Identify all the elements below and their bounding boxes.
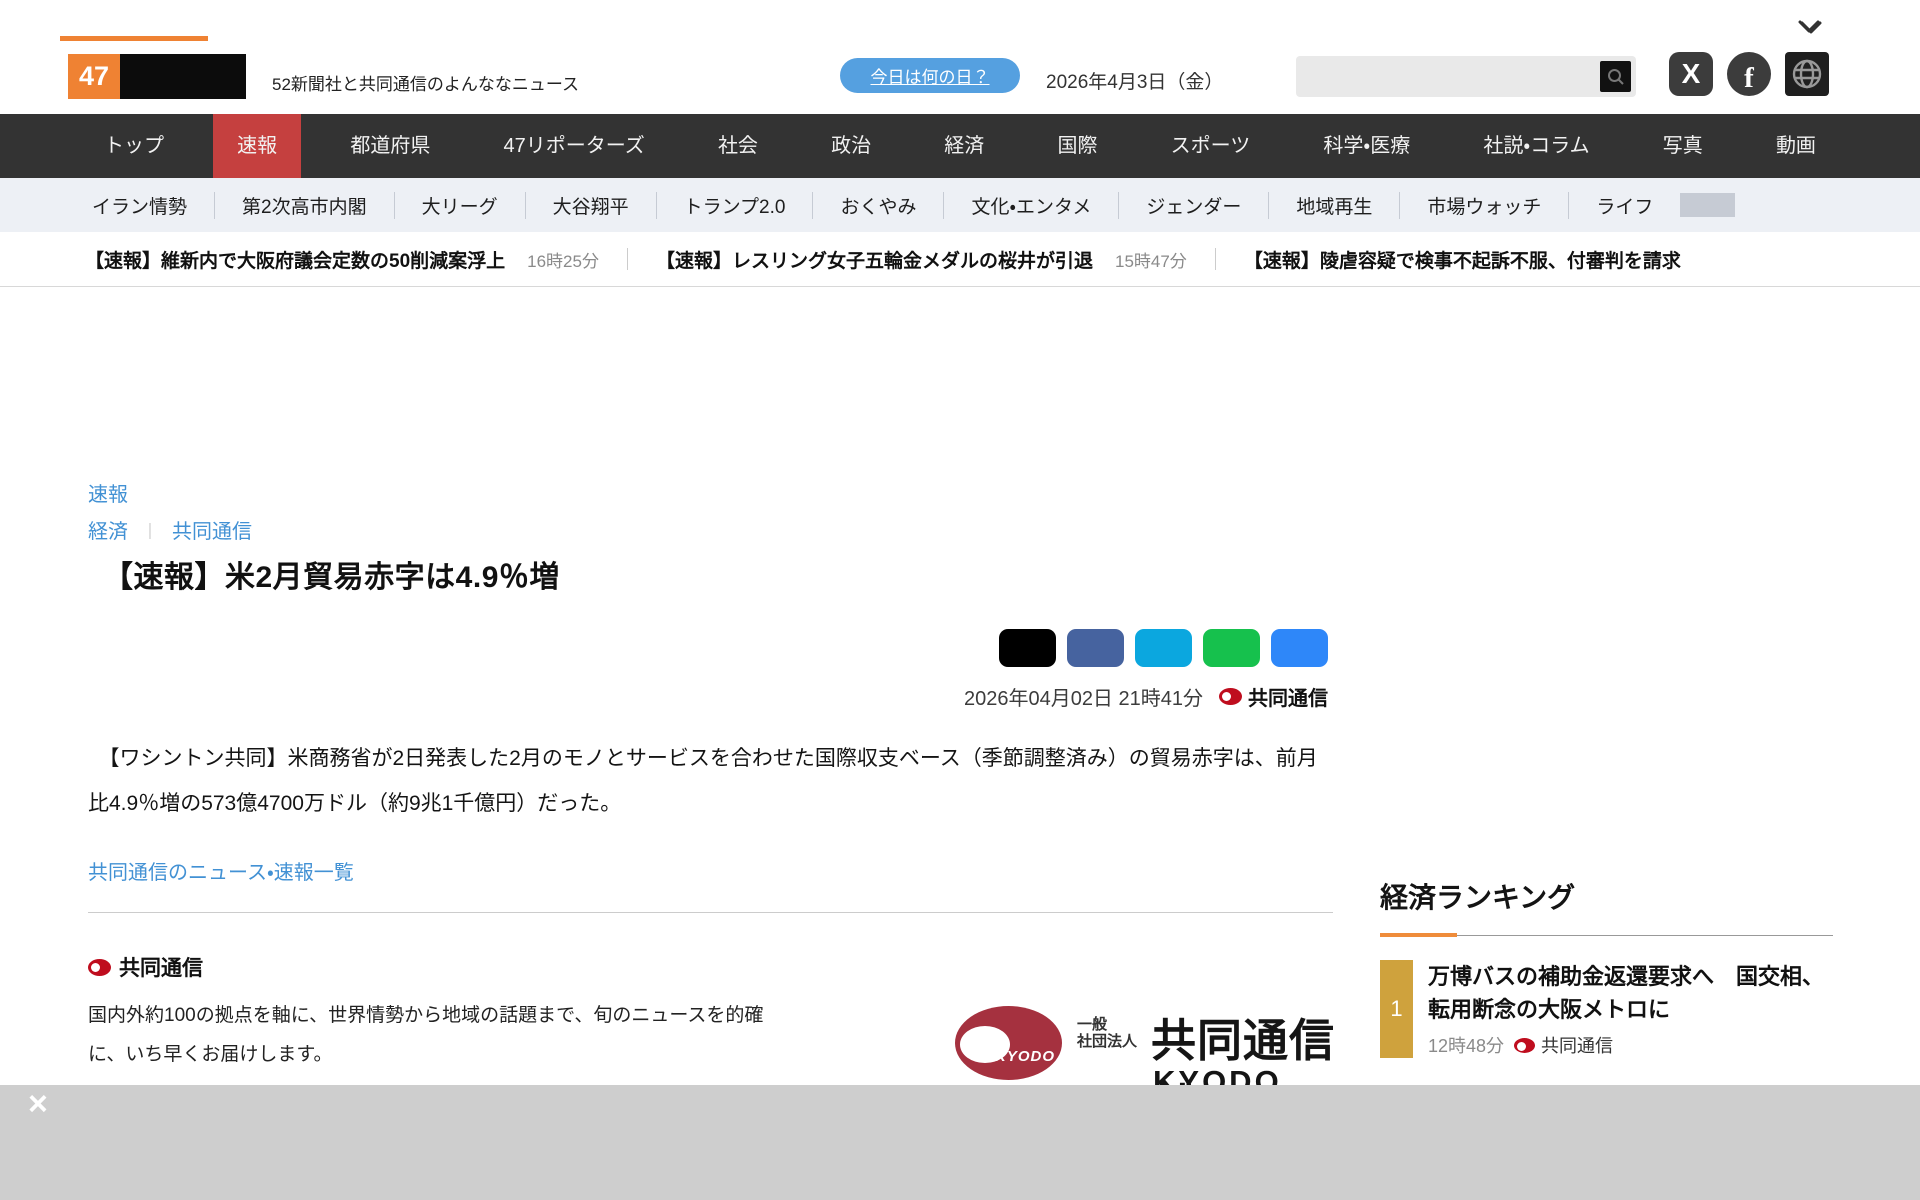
search-button[interactable] xyxy=(1600,61,1631,92)
rank-item-time: 12時48分 xyxy=(1428,1036,1505,1056)
ticker-time: 15時47分 xyxy=(1114,251,1187,271)
publish-datetime: 2026年04月02日 21時41分 xyxy=(963,688,1203,710)
article-body: 【ワシントン共同】米商務省が2日発表した2月のモノとサービスを合わせた国際収支ベ… xyxy=(88,747,1318,815)
page: 47 52新聞社と共同通信のよんななニュース 今日は何の日？ 2026年4月3日… xyxy=(0,0,1920,1200)
close-icon[interactable]: × xyxy=(28,1085,48,1124)
breadcrumb-separator: ｜ xyxy=(142,523,159,541)
nav-item-science-medical[interactable]: 科学・医療 xyxy=(1299,114,1434,178)
rank-item-source: 共同通信 xyxy=(1541,1036,1614,1056)
nav-item-society[interactable]: 社会 xyxy=(694,114,782,178)
ticker-item[interactable]: 【速報】維新内で大阪府議会定数の50削減案浮上 16時25分 xyxy=(85,246,599,273)
ticker-title: 【速報】維新内で大阪府議会定数の50削減案浮上 xyxy=(85,250,506,272)
chevron-down-icon[interactable] xyxy=(1800,21,1822,35)
site-tagline: 52新聞社と共同通信のよんななニュース xyxy=(272,75,580,94)
search-icon xyxy=(1607,68,1624,85)
rank-item-body: 万博バスの補助金返還要求へ 国交相、転用断念の大阪メトロに 12時48分 共同通… xyxy=(1428,960,1833,1058)
share-button-row xyxy=(88,629,1328,667)
topic-iran[interactable]: イラン情勢 xyxy=(92,192,214,219)
publisher-description: 国内外約100の拠点を軸に、世界情勢から地域の話題まで、旬のニュースを的確に、い… xyxy=(88,1005,764,1065)
article-divider xyxy=(88,912,1333,913)
nav-item-sokuho[interactable]: 速報 xyxy=(213,114,302,178)
nav-item-editorial-column[interactable]: 社説・コラム xyxy=(1459,114,1613,178)
topic-life[interactable]: ライフ xyxy=(1568,191,1680,219)
publisher-name: 共同通信 xyxy=(119,957,203,980)
nav-item-video[interactable]: 動画 xyxy=(1752,114,1840,178)
ticker-divider xyxy=(626,248,628,270)
logo-47-badge: 47 xyxy=(68,54,120,99)
topic-regional[interactable]: 地域再生 xyxy=(1268,191,1399,219)
breadcrumb-category-link[interactable]: 経済 xyxy=(88,515,128,544)
breaking-news-ticker: 【速報】維新内で大阪府議会定数の50削減案浮上 16時25分 【速報】レスリング… xyxy=(0,232,1920,287)
topic-market-watch[interactable]: 市場ウォッチ xyxy=(1399,191,1568,219)
globe-icon[interactable] xyxy=(1785,52,1829,96)
corp-type-line2: 社団法人 xyxy=(1077,1033,1138,1050)
rank-item-meta: 12時48分 共同通信 xyxy=(1428,1032,1833,1058)
ticker-divider xyxy=(1214,248,1216,270)
share-button-5[interactable] xyxy=(1271,629,1328,667)
topics-end-divider xyxy=(1680,193,1736,217)
main-nav: トップ 速報 都道府県 47リポーターズ 社会 政治 経済 国際 スポーツ 科学… xyxy=(0,114,1920,178)
topic-ohtani[interactable]: 大谷翔平 xyxy=(524,191,656,219)
share-button-1[interactable] xyxy=(999,629,1056,667)
article-meta: 2026年04月02日 21時41分 共同通信 xyxy=(88,682,1328,711)
search-box xyxy=(1296,56,1636,97)
search-input[interactable] xyxy=(1304,56,1594,97)
ticker-title: 【速報】陵虐容疑で検事不起訴不服、付審判を請求 xyxy=(1243,250,1681,272)
nav-item-prefectures[interactable]: 都道府県 xyxy=(326,114,454,178)
ranking-divider-line xyxy=(1457,935,1833,936)
bottom-ad-overlay: × xyxy=(0,1085,1920,1200)
nav-item-international[interactable]: 国際 xyxy=(1033,114,1121,178)
topic-gender[interactable]: ジェンダー xyxy=(1118,191,1268,219)
nav-item-politics[interactable]: 政治 xyxy=(807,114,895,178)
nav-item-photo[interactable]: 写真 xyxy=(1639,114,1727,178)
globe-glyph xyxy=(1792,59,1822,89)
corp-type-line1: 一般 xyxy=(1077,1016,1108,1033)
publisher-header[interactable]: 共同通信 xyxy=(88,952,203,982)
nav-item-economy[interactable]: 経済 xyxy=(920,114,1008,178)
nav-item-sports[interactable]: スポーツ xyxy=(1147,114,1275,178)
breadcrumb-source-link[interactable]: 共同通信 xyxy=(172,515,252,544)
kyodo-corp-type: 一般 社団法人 xyxy=(1077,1016,1137,1050)
topic-okuyami[interactable]: おくやみ xyxy=(812,191,943,219)
facebook-icon[interactable]: f xyxy=(1727,52,1771,96)
ticker-item[interactable]: 【速報】陵虐容疑で検事不起訴不服、付審判を請求 xyxy=(1244,246,1681,273)
header-date: 2026年4月3日（金） xyxy=(1046,72,1224,93)
ticker-title: 【速報】レスリング女子五輪金メダルの桜井が引退 xyxy=(655,250,1093,272)
topic-culture[interactable]: 文化・エンタメ xyxy=(943,191,1118,219)
ticker-item[interactable]: 【速報】レスリング女子五輪金メダルの桜井が引退 15時47分 xyxy=(656,246,1187,273)
site-logo[interactable]: 47 xyxy=(68,54,246,99)
topic-takaichi-cabinet[interactable]: 第2次高市内閣 xyxy=(214,191,394,219)
ranking-divider xyxy=(1380,933,1833,937)
topic-trump[interactable]: トランプ2.0 xyxy=(655,191,813,219)
article-title: 【速報】米2月貿易赤字は4.9％増 xyxy=(103,561,560,594)
ranking-item-1[interactable]: 1 万博バスの補助金返還要求へ 国交相、転用断念の大阪メトロに 12時48分 共… xyxy=(1380,960,1833,1058)
logo-news-block xyxy=(120,54,246,99)
share-button-2[interactable] xyxy=(1067,629,1124,667)
article-source[interactable]: 共同通信 xyxy=(1248,682,1328,711)
kyodo-icon xyxy=(1219,688,1242,705)
topic-mlb[interactable]: 大リーグ xyxy=(393,191,525,219)
kyodo-logo-en-label: KYODO xyxy=(995,1048,1056,1065)
breadcrumb: 経済 ｜ 共同通信 xyxy=(88,515,252,544)
today-button-label: 今日は何の日？ xyxy=(870,68,990,87)
rank-item-title: 万博バスの補助金返還要求へ 国交相、転用断念の大阪メトロに xyxy=(1428,964,1825,1022)
ranking-heading: 経済ランキング xyxy=(1380,882,1576,913)
site-header: 47 52新聞社と共同通信のよんななニュース 今日は何の日？ 2026年4月3日… xyxy=(0,0,1920,114)
nav-item-top[interactable]: トップ xyxy=(80,114,188,178)
today-button[interactable]: 今日は何の日？ xyxy=(840,58,1020,93)
ranking-divider-accent xyxy=(1380,933,1457,937)
x-icon[interactable]: X xyxy=(1669,52,1713,96)
breadcrumb-sokuho-link[interactable]: 速報 xyxy=(88,478,128,507)
ticker-time: 16時25分 xyxy=(527,251,599,271)
kyodo-icon xyxy=(1514,1037,1536,1053)
nav-item-47reporters[interactable]: 47リポーターズ xyxy=(480,114,669,178)
topics-bar: イラン情勢 第2次高市内閣 大リーグ 大谷翔平 トランプ2.0 おくやみ 文化・… xyxy=(0,178,1920,232)
kyodo-icon xyxy=(88,958,111,976)
kyodo-news-list-link[interactable]: 共同通信のニュース・速報一覧 xyxy=(88,856,354,885)
share-button-3[interactable] xyxy=(1135,629,1192,667)
rank-number-badge: 1 xyxy=(1380,960,1413,1058)
share-button-4[interactable] xyxy=(1203,629,1260,667)
kyodo-logo-ellipse-icon: KYODO xyxy=(955,1006,1062,1080)
logo-accent-line xyxy=(60,36,208,41)
